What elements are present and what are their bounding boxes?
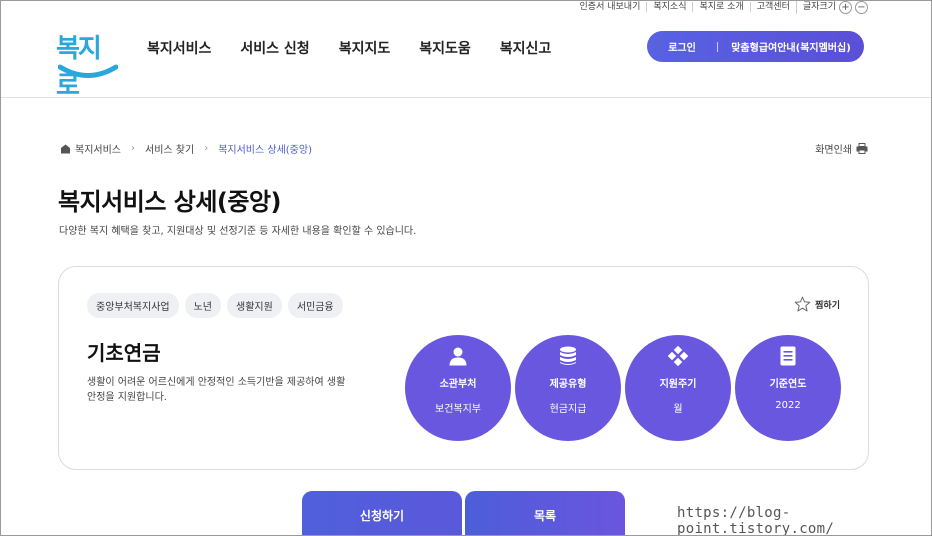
service-description: 생활이 어려운 어르신에게 안정적인 소득기반을 제공하여 생활안정을 지원합니…: [87, 377, 346, 403]
utility-about[interactable]: 복지로 소개: [692, 2, 749, 12]
breadcrumb-item[interactable]: 복지서비스: [75, 141, 121, 156]
main-nav: 복지서비스 서비스 신청 복지지도 복지도움 복지신고: [147, 38, 580, 58]
printer-icon: [856, 143, 868, 154]
info-base-year: 기준연도 2022: [735, 335, 841, 441]
service-tag[interactable]: 노년: [184, 293, 222, 318]
font-size-control: 글자크기 + −: [795, 0, 868, 14]
info-value: 월: [673, 404, 683, 415]
nav-welfare-service[interactable]: 복지서비스: [147, 38, 211, 58]
page-title: 복지서비스 상세(중앙): [58, 188, 282, 216]
info-value: 현금지급: [549, 404, 587, 415]
info-department: 소관부처 보건복지부: [405, 335, 511, 441]
info-value: 보건복지부: [435, 404, 481, 415]
breadcrumb: 복지서비스 › 서비스 찾기 › 복지서비스 상세(중앙): [60, 141, 312, 156]
utility-support[interactable]: 고객센터: [749, 2, 796, 12]
breadcrumb-item[interactable]: 서비스 찾기: [145, 141, 194, 156]
service-info-group: 소관부처 보건복지부 제공유형 현금지급 지원주기 월 기준연도 2022: [405, 335, 841, 441]
utility-cert-export[interactable]: 인증서 내보내기: [574, 2, 647, 12]
service-tags: 중앙부처복지사업 노년 생활지원 서민금융: [87, 293, 343, 318]
service-title: 기초연금: [87, 341, 161, 365]
info-label: 제공유형: [549, 379, 587, 390]
utility-news[interactable]: 복지소식: [646, 2, 692, 12]
star-icon: [794, 296, 811, 312]
watermark-text: https://blog-point.tistory.com/: [677, 505, 835, 536]
info-label: 지원주기: [659, 379, 697, 390]
info-support-cycle: 지원주기 월: [625, 335, 731, 441]
chevron-right-icon: ›: [204, 143, 209, 154]
page-description: 다양한 복지 혜택을 찾고, 지원대상 및 선정기준 등 자세한 내용을 확인할…: [59, 226, 417, 237]
print-button[interactable]: 화면인쇄: [815, 141, 868, 156]
print-label: 화면인쇄: [815, 145, 852, 156]
nav-welfare-report[interactable]: 복지신고: [500, 38, 552, 58]
nav-welfare-map[interactable]: 복지지도: [339, 38, 391, 58]
font-size-plus-button[interactable]: +: [839, 0, 852, 14]
service-tag[interactable]: 생활지원: [227, 293, 282, 318]
login-button[interactable]: 로그인: [647, 39, 717, 54]
nav-welfare-help[interactable]: 복지도움: [419, 38, 471, 58]
home-icon[interactable]: [60, 144, 71, 154]
chevron-right-icon: ›: [131, 143, 135, 154]
service-tag[interactable]: 서민금융: [287, 293, 343, 318]
membership-guide-button[interactable]: 맞춤형급여안내(복지멤버십): [718, 39, 864, 54]
person-icon: [447, 345, 469, 367]
service-tag[interactable]: 중앙부처복지사업: [87, 293, 179, 318]
utility-bar: 인증서 내보내기 복지소식 복지로 소개 고객센터 글자크기 + −: [574, 0, 868, 14]
favorite-label: 찜하기: [815, 300, 840, 311]
font-size-label: 글자크기: [802, 2, 836, 12]
logo-smile-icon: [58, 64, 118, 78]
login-bar: 로그인 맞춤형급여안내(복지멤버십): [647, 31, 864, 62]
info-value: 2022: [775, 400, 801, 411]
nav-service-apply[interactable]: 서비스 신청: [240, 38, 309, 58]
info-provide-type: 제공유형 현금지급: [515, 335, 621, 441]
logo[interactable]: 복지로: [56, 28, 120, 101]
info-label: 소관부처: [439, 379, 477, 390]
site-header: 복지로 복지서비스 서비스 신청 복지지도 복지도움 복지신고 로그인 맞춤형급…: [0, 14, 932, 101]
service-card: 중앙부처복지사업 노년 생활지원 서민금융 찜하기 기초연금 생활이 어려운 어…: [58, 266, 869, 470]
info-label: 기준연도: [769, 379, 807, 390]
document-icon: [777, 345, 799, 367]
font-size-minus-button[interactable]: −: [855, 0, 868, 14]
breadcrumb-current: 복지서비스 상세(중앙): [218, 145, 312, 156]
dots-icon: [667, 345, 689, 367]
list-button[interactable]: 목록: [465, 491, 625, 536]
favorite-button[interactable]: 찜하기: [794, 296, 840, 312]
apply-button[interactable]: 신청하기: [302, 491, 462, 536]
database-icon: [557, 345, 579, 367]
